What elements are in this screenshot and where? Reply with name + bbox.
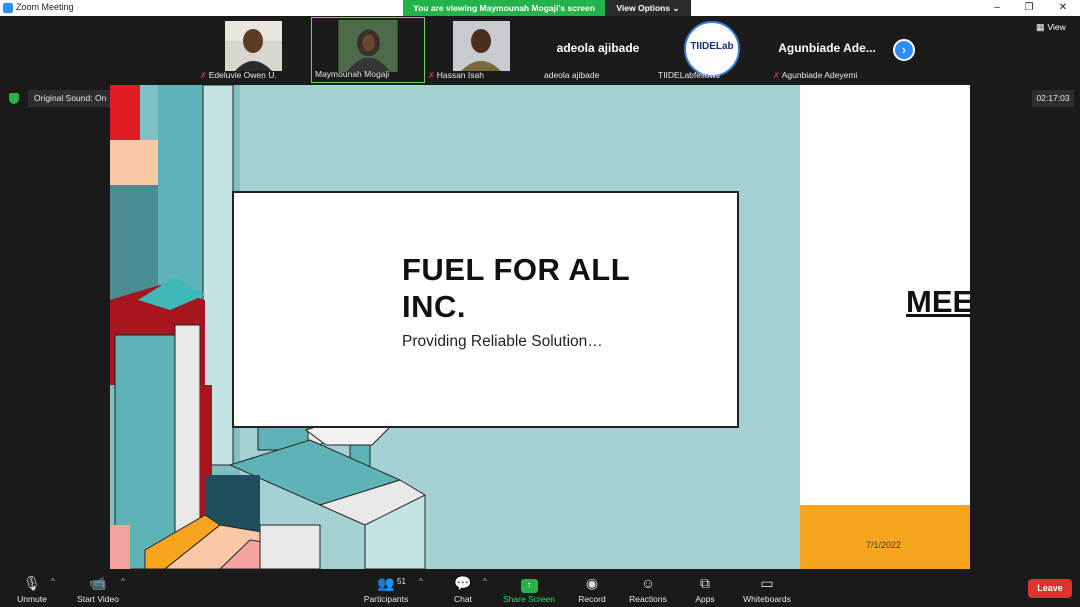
mic-muted-icon: ✗: [200, 71, 207, 80]
zoom-meeting-window: Zoom Meeting You are viewing Maymounah M…: [0, 0, 1080, 607]
close-button[interactable]: ✕: [1046, 0, 1080, 16]
chat-options-caret[interactable]: ^: [483, 577, 487, 586]
record-button[interactable]: ◉ Record: [574, 569, 610, 607]
participants-options-caret[interactable]: ^: [419, 577, 423, 586]
share-screen-icon: ↑: [500, 574, 558, 593]
minimize-button[interactable]: –: [980, 0, 1014, 16]
participant-tile-active-speaker[interactable]: Maymounah Mogaji: [311, 17, 425, 83]
whiteboards-button[interactable]: ▭ Whiteboards: [740, 569, 794, 607]
reactions-icon: ☺: [640, 575, 656, 591]
participant-display-name: Agunbiade Ade...: [778, 41, 876, 55]
meeting-timer: 02:17:03: [1032, 90, 1074, 107]
maximize-button[interactable]: ❐: [1012, 0, 1046, 16]
participant-name: Maymounah Mogaji: [315, 69, 390, 79]
video-options-caret[interactable]: ^: [121, 577, 125, 586]
chat-button[interactable]: 💬 Chat: [448, 569, 478, 607]
start-video-button[interactable]: 📹 Start Video: [72, 569, 124, 607]
participant-name: TIIDELabfellows: [658, 70, 720, 80]
participant-tile[interactable]: ✗ Edeluvie Owen U.: [197, 17, 311, 83]
unmute-button[interactable]: 🎙 Unmute: [10, 569, 54, 607]
participant-tile[interactable]: adeola ajibade adeola ajibade: [541, 17, 655, 83]
slide-footer-band: [800, 505, 970, 569]
slide-date: 7/1/2022: [866, 540, 902, 550]
participants-button[interactable]: 👥 Participants: [360, 569, 412, 607]
leave-button[interactable]: Leave: [1028, 579, 1072, 598]
participant-video: [225, 21, 282, 71]
screen-share-banner: You are viewing Maymounah Mogaji's scree…: [403, 0, 691, 16]
slide-title: FUEL FOR ALL INC.: [402, 252, 631, 324]
tiidelab-logo: TIIDELab: [684, 21, 740, 77]
shared-screen: FUEL FOR ALL INC. Providing Reliable Sol…: [110, 85, 970, 569]
video-off-icon: 📹: [89, 575, 107, 591]
participant-tile[interactable]: Agunbiade Ade... ✗ Agunbiade Adeyemi: [770, 17, 884, 83]
reactions-button[interactable]: ☺ Reactions: [626, 569, 670, 607]
zoom-logo-icon: [3, 3, 13, 13]
mic-muted-icon: 🎙: [23, 575, 41, 591]
title-bar: Zoom Meeting You are viewing Maymounah M…: [0, 0, 1080, 16]
share-screen-button[interactable]: ↑ Share Screen: [500, 569, 558, 607]
chat-icon: 💬: [454, 575, 472, 591]
participant-video: [338, 20, 398, 72]
participant-video: [453, 21, 510, 71]
participant-name: adeola ajibade: [544, 70, 600, 80]
participant-name: ✗ Hassan Isah: [428, 70, 484, 80]
whiteboard-icon: ▭: [760, 575, 774, 591]
window-title: Zoom Meeting: [16, 2, 74, 12]
next-slide-preview: MEE 7/1/2022: [800, 85, 970, 569]
view-options-button[interactable]: View Options ⌄: [605, 0, 691, 16]
security-shield-icon[interactable]: [9, 93, 19, 104]
viewing-screen-message: You are viewing Maymounah Mogaji's scree…: [403, 0, 605, 16]
mic-muted-icon: ✗: [773, 71, 780, 80]
participant-tile[interactable]: TIIDELab TIIDELabfellows: [655, 17, 769, 83]
record-icon: ◉: [585, 575, 599, 591]
participant-display-name: adeola ajibade: [556, 41, 640, 55]
grid-icon: ▦: [1036, 22, 1045, 32]
participant-tile[interactable]: ✗ Hassan Isah: [425, 17, 539, 83]
slide-subtitle: Providing Reliable Solution…: [402, 333, 603, 350]
apps-button[interactable]: ⧉ Apps: [690, 569, 720, 607]
participant-count: 51: [397, 577, 406, 586]
view-button[interactable]: ▦ View: [1036, 22, 1066, 33]
meeting-toolbar: 🎙 Unmute ^ 📹 Start Video ^ 👥 Participant…: [0, 569, 1080, 607]
apps-icon: ⧉: [700, 575, 710, 591]
audio-options-caret[interactable]: ^: [51, 577, 55, 586]
next-page-icon[interactable]: ›: [893, 39, 915, 61]
participant-name: ✗ Agunbiade Adeyemi: [773, 70, 858, 80]
participant-name: ✗ Edeluvie Owen U.: [200, 70, 277, 80]
next-slide-title: MEE: [906, 284, 970, 319]
slide-title-box: FUEL FOR ALL INC. Providing Reliable Sol…: [232, 191, 739, 428]
mic-muted-icon: ✗: [428, 71, 435, 80]
